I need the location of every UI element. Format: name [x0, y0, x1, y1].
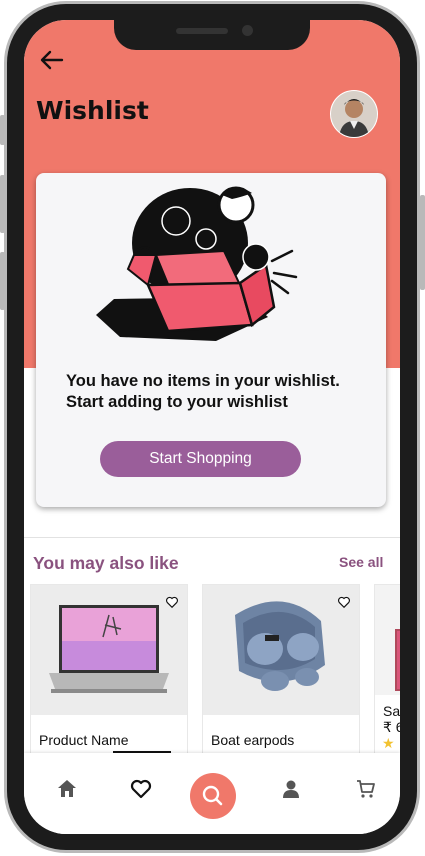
- back-arrow-icon[interactable]: [38, 48, 66, 72]
- product-price: ₹ 6: [383, 719, 400, 735]
- bottom-navigation: [24, 753, 400, 834]
- product-name: Sa: [383, 703, 400, 719]
- empty-line-1: You have no items in your wishlist.: [66, 372, 340, 390]
- home-icon[interactable]: [55, 777, 79, 801]
- cart-icon[interactable]: [354, 777, 378, 801]
- rating-star-icon: ★: [382, 735, 395, 751]
- product-name: Product Name: [39, 732, 129, 748]
- product-image: [31, 585, 187, 715]
- page-title: Wishlist: [36, 96, 149, 125]
- phone-side-button: [0, 115, 5, 145]
- search-icon: [202, 785, 223, 806]
- product-image: [203, 585, 359, 715]
- screen: Wishlist You have no items in your wishl…: [24, 20, 400, 834]
- phone-volume-down: [0, 252, 5, 310]
- section-title: You may also like: [33, 553, 179, 573]
- heart-icon[interactable]: [129, 777, 153, 801]
- phone-volume-up: [0, 175, 5, 233]
- start-shopping-button[interactable]: Start Shopping: [100, 441, 301, 477]
- wishlist-heart-icon[interactable]: [337, 595, 351, 609]
- empty-wishlist-card: You have no items in your wishlist. Star…: [36, 173, 386, 507]
- empty-line-2: Start adding to your wishlist: [66, 393, 288, 411]
- avatar[interactable]: [330, 90, 378, 138]
- phone-power-button: [420, 195, 425, 290]
- product-card[interactable]: Sa ₹ 6 ★: [374, 584, 400, 756]
- camera: [242, 25, 253, 36]
- empty-box-illustration: [96, 186, 298, 341]
- notch: [114, 20, 310, 50]
- product-card[interactable]: Boat earpods: [202, 584, 360, 756]
- search-button[interactable]: [190, 773, 236, 819]
- see-all-link[interactable]: See all: [339, 554, 383, 570]
- empty-state-message: You have no items in your wishlist. Star…: [66, 371, 366, 413]
- wishlist-heart-icon[interactable]: [165, 595, 179, 609]
- user-icon[interactable]: [279, 777, 303, 801]
- product-name: Boat earpods: [211, 732, 295, 748]
- divider: [24, 537, 400, 538]
- product-image: [375, 585, 400, 695]
- speaker: [176, 28, 228, 34]
- product-card[interactable]: Product Name: [30, 584, 188, 756]
